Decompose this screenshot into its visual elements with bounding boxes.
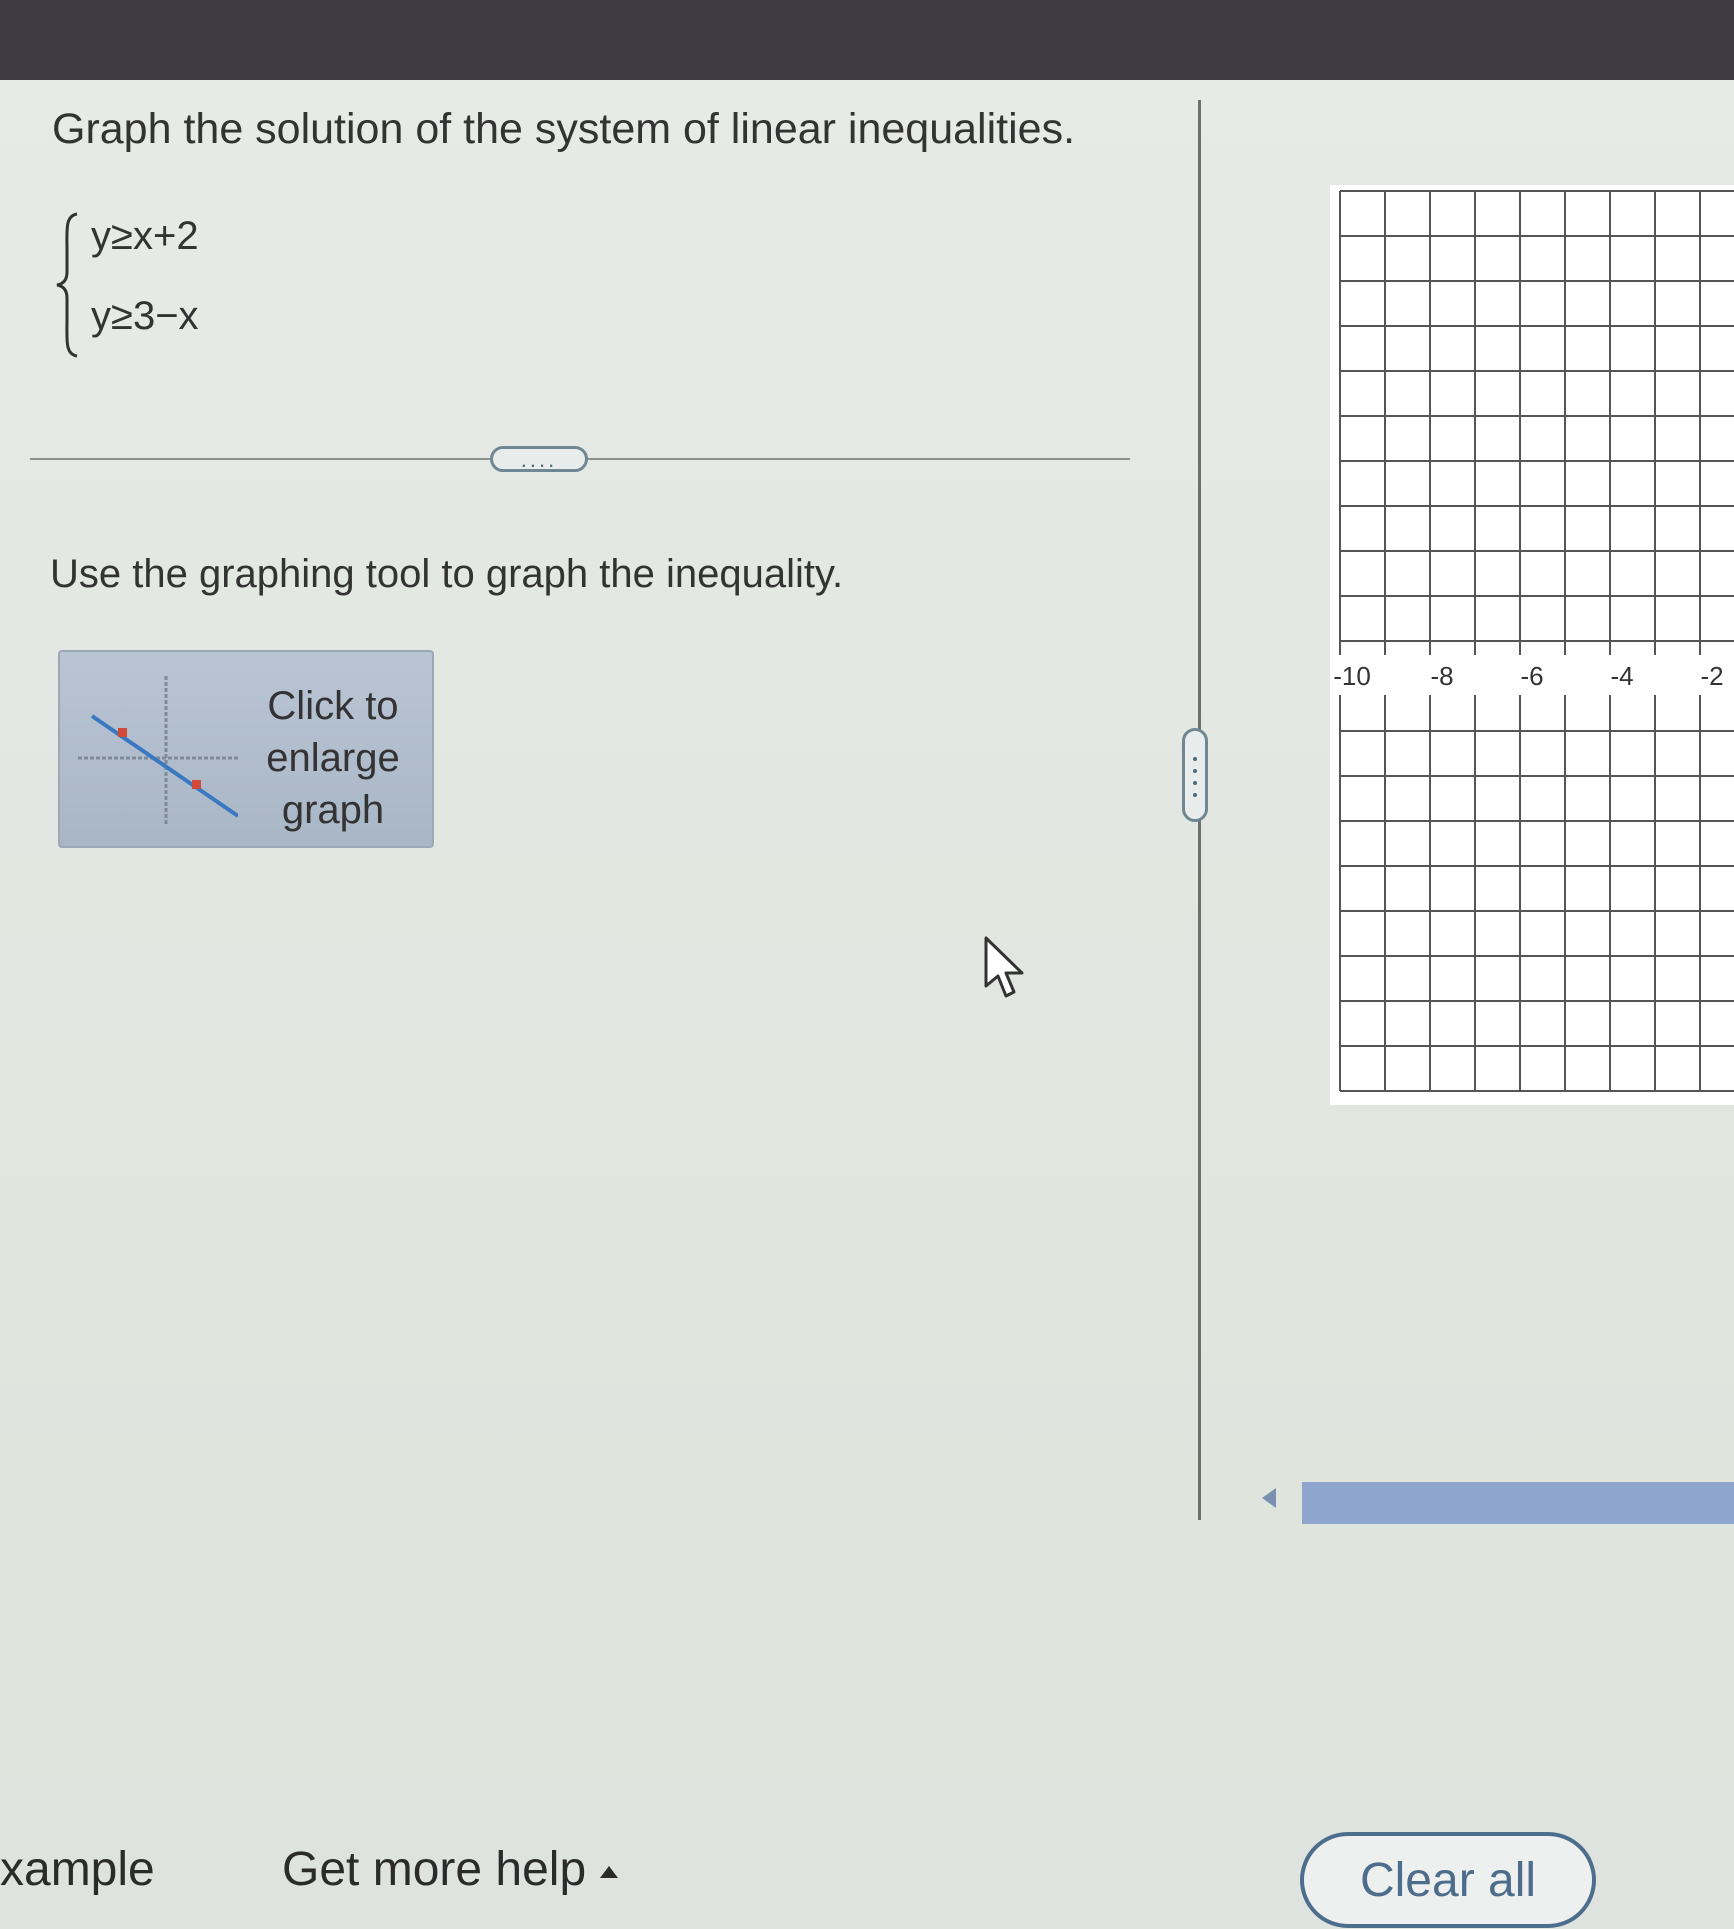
inequality-2: y≥3−x (91, 294, 199, 338)
get-more-help-link[interactable]: Get more help (282, 1842, 619, 1897)
x-tick-label: -2 (1700, 661, 1723, 691)
panel-resize-handle[interactable] (1182, 728, 1208, 822)
problem-title: Graph the solution of the system of line… (52, 105, 1076, 153)
x-tick-label: -10 (1333, 661, 1371, 691)
horizontal-scrollbar[interactable] (1302, 1482, 1734, 1524)
handle-dot (1193, 757, 1197, 761)
enlarge-label-line-3: graph (281, 788, 385, 832)
x-tick-label: -8 (1430, 661, 1453, 691)
scroll-left-icon[interactable] (1262, 1488, 1276, 1508)
x-tick-label: -6 (1520, 661, 1543, 691)
enlarge-label-line-1: Click to (267, 684, 399, 728)
enlarge-graph-button[interactable]: Click to enlarge graph (58, 650, 434, 848)
inequality-1: y≥x+2 (91, 214, 199, 258)
instruction-text: Use the graphing tool to graph the inequ… (50, 552, 844, 596)
screen-bezel (0, 0, 1734, 80)
clear-all-button[interactable]: Clear all (1300, 1832, 1596, 1928)
enlarge-graph-label: Click to enlarge graph (238, 680, 428, 836)
divider-handle[interactable]: .... (490, 446, 588, 472)
inequality-system: y≥x+2 y≥3−x (55, 210, 275, 360)
view-example-link[interactable]: xample (0, 1842, 155, 1897)
x-tick-labels: -10 -8 -6 -4 -2 (1330, 655, 1734, 695)
handle-dot (1193, 781, 1197, 785)
enlarge-label-line-2: enlarge (266, 736, 400, 780)
graph-background (1330, 185, 1734, 1105)
mouse-cursor-icon (984, 936, 1024, 998)
help-label: Get more help (282, 1843, 587, 1896)
graph-thumbnail-icon (78, 676, 238, 826)
graph-canvas[interactable]: -10 -8 -6 -4 -2 (1330, 185, 1734, 1105)
x-tick-label: -4 (1610, 661, 1633, 691)
graph-grid (1339, 190, 1734, 1092)
brace-icon (56, 212, 78, 358)
handle-dot (1193, 793, 1197, 797)
handle-dot (1193, 769, 1197, 773)
caret-up-icon (600, 1866, 619, 1879)
